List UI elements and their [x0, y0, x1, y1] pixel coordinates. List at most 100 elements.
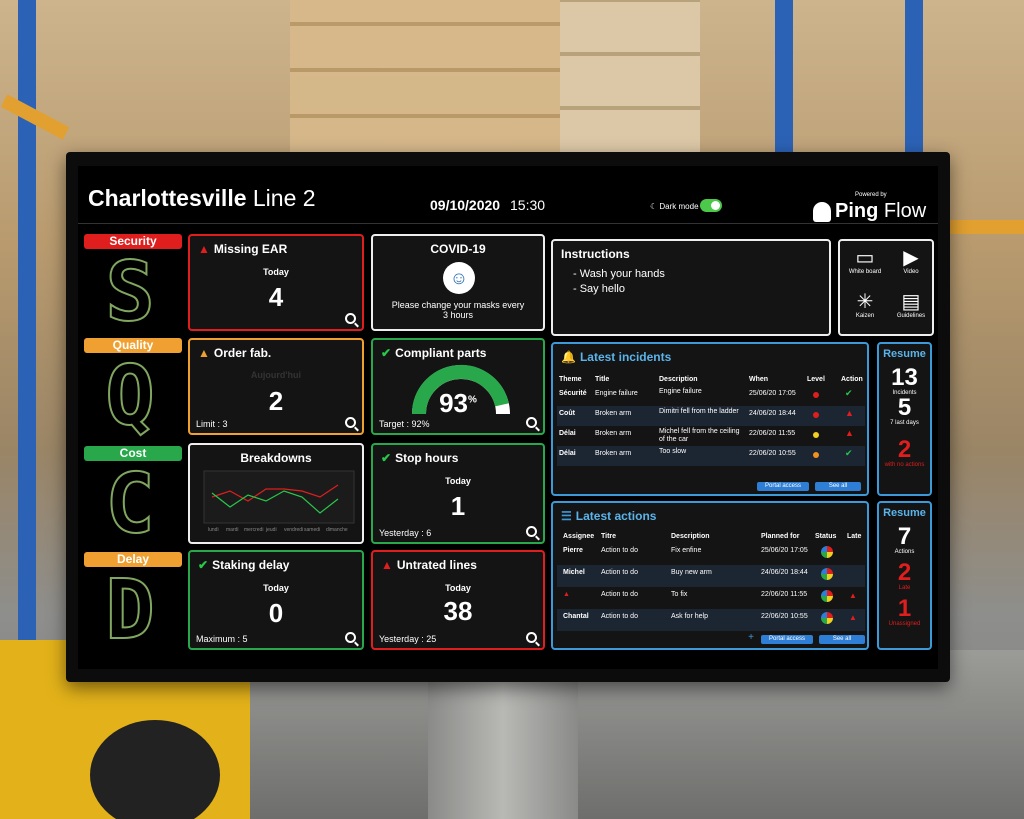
- card-title: Instructions: [561, 247, 630, 261]
- cell-planned: 22/06/20 11:55: [761, 591, 808, 598]
- incidents-table: Theme Title Description When Level Actio…: [557, 372, 865, 466]
- card-footer: Maximum : 5: [196, 634, 248, 644]
- bell-icon: 🔔: [561, 350, 576, 364]
- card-subtitle: Aujourd'hui: [250, 370, 302, 380]
- compliant-parts-card[interactable]: ✔ Compliant parts 93% Target : 92%: [371, 338, 545, 435]
- card-title: Compliant parts: [395, 346, 487, 360]
- card-subtitle: Today: [263, 583, 289, 593]
- table-row[interactable]: Chantal Action to do Ask for help 22/06/20 …: [557, 609, 865, 631]
- card-footer: Limit : 3: [196, 419, 228, 429]
- cell-theme: Coût: [559, 410, 575, 417]
- guidelines-button[interactable]: ▤ Guidelines: [888, 291, 934, 319]
- table-row[interactable]: Délai Broken arm Michel fell from the ceil…: [557, 426, 865, 446]
- date: 09/10/2020: [430, 197, 501, 213]
- list-icon: ☰: [561, 509, 572, 523]
- table-header: Theme Title Description When Level Actio…: [557, 372, 865, 386]
- staking-delay-card[interactable]: ✔ Staking delay Today 0 Maximum : 5: [188, 550, 364, 650]
- cell-description: To fix: [671, 591, 688, 598]
- instruction-line: - Wash your hands: [573, 268, 665, 280]
- table-row[interactable]: Michel Action to do Buy new arm 24/06/20 18…: [557, 565, 865, 587]
- cell-when: 24/06/20 18:44: [749, 410, 796, 417]
- monitor: Charlottesville Line 2 09/10/2020 15:30 …: [66, 152, 950, 682]
- warning-icon: ▲: [845, 428, 854, 438]
- cell-assignee: Michel: [563, 569, 585, 576]
- see-all-button[interactable]: See all: [819, 635, 865, 644]
- zoom-icon[interactable]: [345, 313, 356, 324]
- qcdd-letter-quality: Q: [104, 349, 155, 444]
- gauge-value: 93%: [373, 388, 543, 419]
- col-title: Title: [595, 376, 610, 383]
- kaizen-button[interactable]: ✳ Kaizen: [842, 291, 888, 319]
- cell-description: Ask for help: [671, 613, 708, 620]
- see-all-button[interactable]: See all: [815, 482, 861, 491]
- zoom-icon[interactable]: [345, 417, 356, 428]
- resume-label: with no actions: [884, 462, 925, 468]
- covid-card[interactable]: COVID-19 ☺ Please change your masks ever…: [371, 234, 545, 331]
- kaizen-icon: ✳: [856, 291, 874, 313]
- actions-resume: Resume 7 Actions 2 Late 1 Unassigned: [877, 501, 932, 650]
- cell-assignee: Pierre: [563, 547, 583, 554]
- table-row[interactable]: Coût Broken arm Dimitri fell from the ladd…: [557, 406, 865, 426]
- table-row[interactable]: Pierre Action to do Fix enfine 25/06/20 17:…: [557, 543, 865, 565]
- table-row[interactable]: Sécurité Engine failure Engine failure 25/0…: [557, 386, 865, 406]
- card-title: Order fab.: [213, 346, 272, 360]
- zoom-icon[interactable]: [526, 632, 537, 643]
- gauge-unit: %: [468, 394, 477, 406]
- level-dot: [813, 392, 819, 398]
- panel-title: Latest incidents: [579, 350, 672, 364]
- level-dot: [813, 452, 819, 458]
- card-title: Stop hours: [395, 451, 459, 465]
- check-icon: ✔: [381, 451, 392, 465]
- check-icon: ✔: [198, 558, 209, 572]
- gauge-number: 93: [439, 388, 468, 418]
- cell-assignee: ▲: [563, 591, 570, 598]
- dark-mode-toggle[interactable]: [700, 199, 722, 212]
- warning-icon: ▲: [198, 242, 210, 256]
- card-footer: Yesterday : 25: [379, 634, 437, 644]
- time: 15:30: [510, 197, 546, 213]
- svg-text:mercredi: mercredi: [244, 527, 263, 533]
- check-icon: ✔: [845, 388, 853, 398]
- cell-description: Buy new arm: [671, 569, 712, 576]
- breakdowns-card[interactable]: Breakdowns lundi mardi mercredi jeudi vendre…: [188, 443, 364, 544]
- cell-title: Action to do: [601, 613, 638, 620]
- table-row[interactable]: ▲ Action to do To fix 22/06/20 11:55 ▲: [557, 587, 865, 609]
- incidents-resume: Resume 13 Incidents 5 7 last days 2 with…: [877, 342, 932, 496]
- status-pie-icon: [821, 546, 833, 558]
- zoom-icon[interactable]: [526, 526, 537, 537]
- line-name: Line 2: [252, 185, 316, 211]
- resume-count: 2: [897, 559, 912, 586]
- ghost-icon: [813, 202, 831, 222]
- table-row[interactable]: Délai Broken arm Too slow 22/06/20 10:55 ✔: [557, 446, 865, 466]
- zoom-icon[interactable]: [345, 632, 356, 643]
- card-footer: Yesterday : 6: [379, 528, 432, 538]
- whiteboard-button[interactable]: ▭ White board: [842, 247, 888, 275]
- col-status: Status: [815, 533, 837, 540]
- untreated-lines-card[interactable]: ▲ Untrated lines Today 38 Yesterday : 25: [371, 550, 545, 650]
- svg-text:lundi: lundi: [208, 527, 219, 533]
- card-footer: Target : 92%: [379, 419, 430, 429]
- zoom-icon[interactable]: [526, 417, 537, 428]
- portal-access-button[interactable]: Portal access: [757, 482, 809, 491]
- card-value: 2: [268, 386, 284, 416]
- order-fab-card[interactable]: ▲ Order fab. Aujourd'hui 2 Limit : 3: [188, 338, 364, 435]
- video-button[interactable]: ▶ Video: [888, 247, 934, 275]
- warning-icon: ▲: [381, 558, 393, 572]
- missing-ear-card[interactable]: ▲ Missing EAR Today 4: [188, 234, 364, 331]
- dashboard-screen: Charlottesville Line 2 09/10/2020 15:30 …: [78, 166, 938, 669]
- cell-title: Broken arm: [595, 430, 632, 437]
- level-dot: [813, 412, 819, 418]
- cell-title: Action to do: [601, 547, 638, 554]
- stop-hours-card[interactable]: ✔ Stop hours Today 1 Yesterday : 6: [371, 443, 545, 544]
- warning-icon: ▲: [198, 346, 210, 360]
- tool-label: Kaizen: [855, 313, 875, 319]
- qcdd-letter-security: S: [104, 245, 155, 340]
- breakdowns-chart: lundi mardi mercredi jeudi vendredi samedi dim…: [203, 470, 355, 533]
- svg-text:dimanche: dimanche: [326, 527, 348, 533]
- portal-access-button[interactable]: Portal access: [761, 635, 813, 644]
- cell-planned: 24/06/20 18:44: [761, 569, 808, 576]
- add-action-button[interactable]: +: [747, 633, 755, 643]
- resume-count: 7: [897, 523, 912, 550]
- instruction-line: - Say hello: [573, 283, 625, 295]
- resume-title: Resume: [883, 348, 926, 360]
